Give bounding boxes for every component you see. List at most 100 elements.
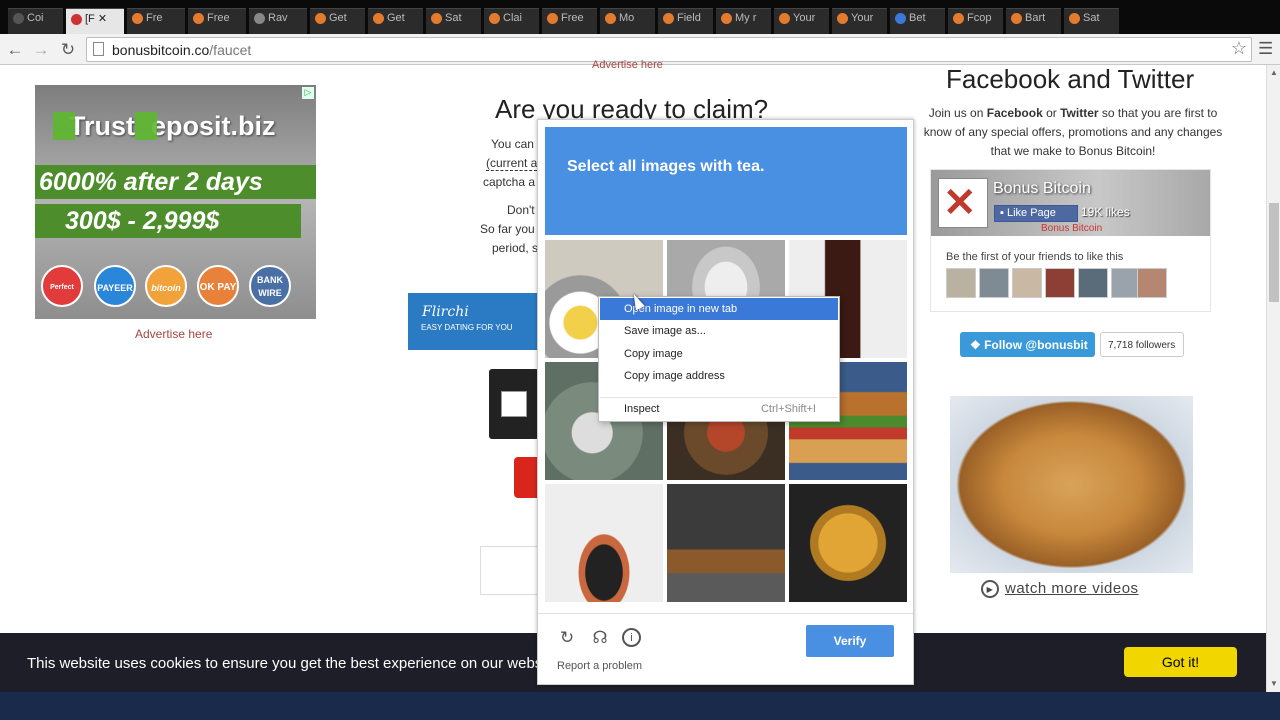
watch-more-videos-link[interactable]: ▶ watch more videos <box>981 580 1139 599</box>
bookmark-star-icon[interactable]: ☆ <box>1231 38 1247 59</box>
tab-favicon-icon <box>489 12 500 24</box>
tab-title: Bet <box>909 12 926 24</box>
ctx-save-image-as[interactable]: Save image as... <box>600 320 838 342</box>
social-text-line1: Join us on Facebook or Twitter so that y… <box>917 106 1229 120</box>
advertise-here-top-link[interactable]: Advertise here <box>592 59 663 71</box>
play-circle-icon: ▶ <box>981 580 999 599</box>
tab-favicon-icon <box>193 12 204 24</box>
headphones-icon[interactable]: ☊ <box>590 628 610 648</box>
claim-text: So far you <box>480 222 535 236</box>
scroll-down-arrow-icon[interactable]: ▼ <box>1270 679 1278 688</box>
claim-text: You can <box>491 137 534 151</box>
captcha-footer: ↻ ☊ i Report a problem Verify <box>538 613 913 685</box>
watch-more-label: watch more videos <box>1005 580 1139 597</box>
tab-title: Sat <box>1083 12 1100 24</box>
tab-title: Mo <box>619 12 635 24</box>
tab-title: Rav <box>268 12 288 24</box>
trustdeposit-ad[interactable]: ▷ Trust eposit.biz 6000% after 2 days 300… <box>35 85 316 319</box>
page-icon <box>93 42 104 56</box>
browser-tab[interactable]: Bet <box>890 8 945 34</box>
report-problem-link[interactable]: Report a problem <box>557 660 642 672</box>
claim-text: period, s <box>492 241 539 255</box>
browser-tab[interactable]: Field <box>658 8 713 34</box>
adchoices-icon[interactable]: ▷ <box>302 87 314 99</box>
join-pre: Join us on <box>928 106 987 120</box>
twitter-follow-button[interactable]: ❖ Follow @bonusbit <box>960 332 1095 357</box>
claim-text: captcha a <box>483 175 536 189</box>
browser-tab[interactable]: Mo <box>600 8 655 34</box>
tab-title: Get <box>387 12 405 24</box>
browser-tab[interactable]: Sat <box>426 8 481 34</box>
friend-avatar[interactable] <box>979 268 1009 298</box>
verify-button[interactable]: Verify <box>806 625 894 657</box>
tab-favicon-icon <box>71 13 82 25</box>
friend-avatar[interactable] <box>1078 268 1108 298</box>
tab-favicon-icon <box>1011 12 1022 24</box>
friend-avatar[interactable] <box>1045 268 1075 298</box>
ctx-copy-image[interactable]: Copy image <box>600 343 838 365</box>
browser-tab[interactable]: Your <box>774 8 829 34</box>
fb-page-subtitle: Bonus Bitcoin <box>1041 223 1103 234</box>
browser-tab[interactable]: Get <box>368 8 423 34</box>
url-domain: bonusbitcoin.co <box>112 42 210 58</box>
cookie-got-it-button[interactable]: Got it! <box>1124 647 1237 677</box>
fb-page-name[interactable]: Bonus Bitcoin <box>993 180 1091 198</box>
captcha-checkbox[interactable] <box>501 391 527 417</box>
scroll-up-arrow-icon[interactable]: ▲ <box>1270 68 1278 77</box>
back-arrow-icon[interactable]: ← <box>5 40 25 60</box>
pie-video-thumbnail[interactable] <box>950 396 1193 573</box>
flirchi-ad[interactable]: Flirchi EASY DATING FOR YOU <box>408 293 540 350</box>
claim-text: Don't <box>507 203 535 217</box>
friend-avatar[interactable] <box>1137 268 1167 298</box>
ctx-inspect[interactable]: Inspect Ctrl+Shift+I <box>600 398 838 420</box>
tab-title: Free <box>207 12 230 24</box>
browser-tab[interactable]: Bart <box>1006 8 1061 34</box>
browser-tab[interactable]: My r <box>716 8 771 34</box>
captcha-tile-bowl-food[interactable] <box>545 484 663 602</box>
friend-avatar[interactable] <box>1012 268 1042 298</box>
browser-tab[interactable]: Free <box>542 8 597 34</box>
browser-tab[interactable]: Your <box>832 8 887 34</box>
page-scrollbar[interactable]: ▲ ▼ <box>1266 65 1280 692</box>
tab-strip: Coi [F ✕ Fre Free Rav Get Get Sat Clai F… <box>0 0 1280 34</box>
twitter-followers-count: 7,718 followers <box>1100 332 1184 357</box>
reload-icon[interactable]: ↻ <box>58 40 78 60</box>
fb-cover-image: ✕ Bonus Bitcoin ▪ Like Page 19K likes Bo… <box>931 170 1210 236</box>
captcha-tile-table-drinks[interactable] <box>667 484 785 602</box>
forward-arrow-icon[interactable]: → <box>31 40 51 60</box>
browser-tab[interactable]: Sat <box>1064 8 1119 34</box>
tab-close-icon[interactable]: ✕ <box>98 13 107 25</box>
captcha-tile-noodles[interactable] <box>789 484 907 602</box>
friend-avatar[interactable] <box>946 268 976 298</box>
browser-tab-active[interactable]: [F ✕ <box>66 8 124 34</box>
browser-menu-icon[interactable]: ☰ <box>1258 39 1273 59</box>
browser-tab[interactable]: Get <box>310 8 365 34</box>
address-input[interactable] <box>480 546 540 595</box>
browser-tab[interactable]: Free <box>188 8 246 34</box>
browser-tab[interactable]: Clai <box>484 8 539 34</box>
advertise-here-link[interactable]: Advertise here <box>135 327 212 341</box>
facebook-page-widget: ✕ Bonus Bitcoin ▪ Like Page 19K likes Bo… <box>930 169 1211 312</box>
captcha-header: Select all images with tea. <box>545 127 907 235</box>
tab-favicon-icon <box>315 12 326 24</box>
ad-title-prefix: Trust <box>69 111 136 141</box>
ctx-copy-image-address[interactable]: Copy image address <box>600 365 838 387</box>
reload-challenge-icon[interactable]: ↻ <box>557 628 577 648</box>
tab-favicon-icon <box>721 12 732 24</box>
ad-title: Trust eposit.biz <box>53 111 276 142</box>
tab-favicon-icon <box>132 12 143 24</box>
okpay-icon: OK PAY <box>197 265 239 307</box>
info-icon[interactable]: i <box>622 628 641 647</box>
ad-line1: 6000% after 2 days <box>35 165 316 199</box>
fb-like-page-button[interactable]: ▪ Like Page <box>994 205 1078 222</box>
ctx-inspect-label: Inspect <box>624 403 660 415</box>
address-bar[interactable]: bonusbitcoin.co/faucet ☆ <box>86 37 1252 62</box>
browser-tab[interactable]: Coi <box>8 8 63 34</box>
browser-tab[interactable]: Fcop <box>948 8 1003 34</box>
tab-title: Coi <box>27 12 44 24</box>
bonus-bitcoin-logo[interactable]: ✕ <box>938 178 988 228</box>
scrollbar-thumb[interactable] <box>1269 203 1279 302</box>
tab-favicon-icon <box>895 12 906 24</box>
browser-tab[interactable]: Rav <box>249 8 307 34</box>
browser-tab[interactable]: Fre <box>127 8 185 34</box>
